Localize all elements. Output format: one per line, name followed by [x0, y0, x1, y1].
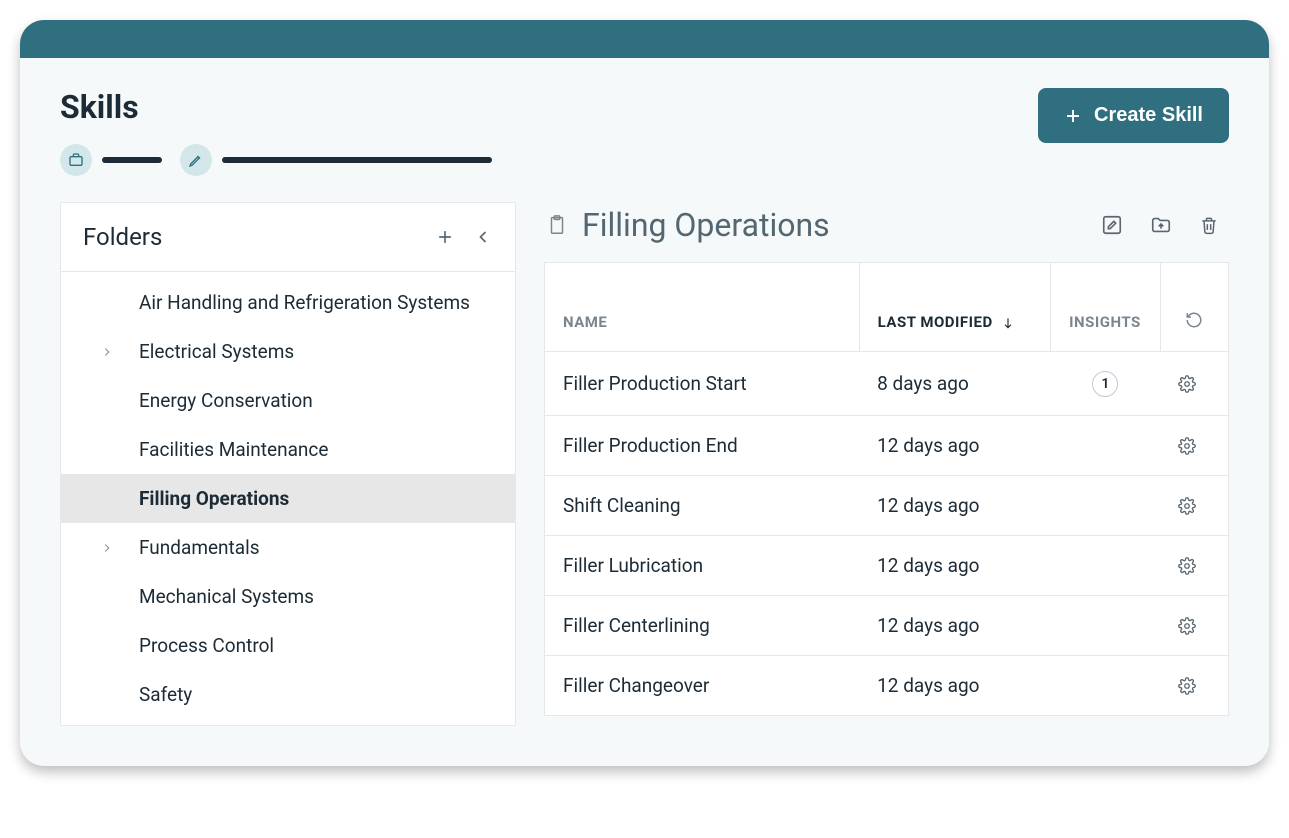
delete-button[interactable] [1199, 214, 1219, 236]
row-settings-button[interactable] [1178, 497, 1210, 515]
cell-last-modified: 8 days ago [859, 352, 1051, 416]
table-row[interactable]: Filler Production Start8 days ago 1 [545, 352, 1229, 416]
tab-placeholder-line [222, 157, 492, 163]
app-window: Skills Create Skill [20, 20, 1269, 766]
folder-label: Fundamentals [121, 536, 260, 559]
tab-item-edit[interactable] [180, 144, 492, 176]
window-topbar [20, 20, 1269, 58]
folder-list: Air Handling and Refrigeration Systems El… [61, 272, 515, 725]
column-header-name[interactable]: NAME [545, 263, 860, 352]
folder-item[interactable]: Facilities Maintenance [61, 425, 515, 474]
folder-item[interactable]: Mechanical Systems [61, 572, 515, 621]
cell-actions [1160, 352, 1228, 416]
cell-insights [1051, 536, 1160, 596]
cell-name: Filler Production Start [545, 352, 860, 416]
folder-label: Electrical Systems [121, 340, 294, 363]
cell-name: Filler Production End [545, 416, 860, 476]
plus-icon [1064, 107, 1082, 125]
page-title: Skills [60, 88, 1038, 126]
table-row[interactable]: Shift Cleaning12 days ago [545, 476, 1229, 536]
cell-last-modified: 12 days ago [859, 476, 1051, 536]
main-header: Filling Operations [544, 202, 1229, 262]
collapse-sidebar-button[interactable] [473, 227, 493, 247]
row-settings-button[interactable] [1178, 677, 1210, 695]
tab-strip [60, 144, 1038, 176]
cell-insights [1051, 476, 1160, 536]
folder-item[interactable]: Filling Operations [61, 474, 515, 523]
table-row[interactable]: Filler Production End12 days ago [545, 416, 1229, 476]
page-header: Skills Create Skill [20, 58, 1269, 194]
cell-insights [1051, 596, 1160, 656]
row-settings-button[interactable] [1178, 617, 1210, 635]
tab-placeholder-line [102, 157, 162, 163]
cell-insights [1051, 656, 1160, 716]
cell-name: Filler Lubrication [545, 536, 860, 596]
cell-actions [1160, 476, 1228, 536]
briefcase-icon [60, 144, 92, 176]
cell-name: Shift Cleaning [545, 476, 860, 536]
folder-label: Energy Conservation [121, 389, 313, 412]
cell-last-modified: 12 days ago [859, 596, 1051, 656]
cell-actions [1160, 656, 1228, 716]
table-row[interactable]: Filler Centerlining12 days ago [545, 596, 1229, 656]
sort-desc-icon [1001, 316, 1015, 330]
sidebar-title: Folders [83, 223, 162, 251]
cell-last-modified: 12 days ago [859, 536, 1051, 596]
folder-label: Safety [121, 683, 192, 706]
folder-label: Process Control [121, 634, 274, 657]
folder-item[interactable]: Process Control [61, 621, 515, 670]
cell-actions [1160, 536, 1228, 596]
reset-icon [1185, 311, 1203, 329]
folder-item[interactable]: Energy Conservation [61, 376, 515, 425]
row-settings-button[interactable] [1178, 437, 1210, 455]
folder-label: Air Handling and Refrigeration Systems [121, 291, 470, 314]
column-header-insights[interactable]: INSIGHTS [1051, 263, 1160, 352]
folder-item[interactable]: Electrical Systems [61, 327, 515, 376]
chevron-right-icon [97, 541, 117, 555]
cell-insights: 1 [1051, 352, 1160, 416]
clipboard-icon [546, 212, 568, 238]
main-title: Filling Operations [582, 206, 830, 244]
folder-item[interactable]: Air Handling and Refrigeration Systems [61, 278, 515, 327]
folder-item[interactable]: Fundamentals [61, 523, 515, 572]
chevron-right-icon [97, 345, 117, 359]
column-header-reset[interactable] [1160, 263, 1228, 352]
folder-label: Mechanical Systems [121, 585, 314, 608]
main-panel: Filling Operations NA [544, 202, 1229, 716]
cell-insights [1051, 416, 1160, 476]
add-folder-button[interactable] [435, 227, 455, 247]
create-skill-label: Create Skill [1094, 104, 1203, 127]
insight-badge: 1 [1092, 371, 1118, 397]
folder-label: Facilities Maintenance [121, 438, 328, 461]
cell-last-modified: 12 days ago [859, 416, 1051, 476]
pencil-icon [180, 144, 212, 176]
folder-item[interactable]: Safety [61, 670, 515, 719]
cell-actions [1160, 596, 1228, 656]
create-skill-button[interactable]: Create Skill [1038, 88, 1229, 143]
folders-sidebar: Folders Air Handling and Refrigeration S… [60, 202, 516, 726]
row-settings-button[interactable] [1178, 375, 1210, 393]
cell-name: Filler Centerlining [545, 596, 860, 656]
folder-label: Filling Operations [121, 487, 289, 510]
edit-folder-button[interactable] [1101, 214, 1123, 236]
cell-name: Filler Changeover [545, 656, 860, 716]
upload-button[interactable] [1149, 214, 1173, 236]
content-body: Folders Air Handling and Refrigeration S… [20, 194, 1269, 766]
table-row[interactable]: Filler Lubrication12 days ago [545, 536, 1229, 596]
sidebar-header: Folders [61, 203, 515, 272]
skills-table: NAME LAST MODIFIED INSIGHTS [544, 262, 1229, 716]
tab-item-view[interactable] [60, 144, 162, 176]
cell-last-modified: 12 days ago [859, 656, 1051, 716]
column-header-last-modified[interactable]: LAST MODIFIED [859, 263, 1051, 352]
cell-actions [1160, 416, 1228, 476]
row-settings-button[interactable] [1178, 557, 1210, 575]
table-row[interactable]: Filler Changeover12 days ago [545, 656, 1229, 716]
